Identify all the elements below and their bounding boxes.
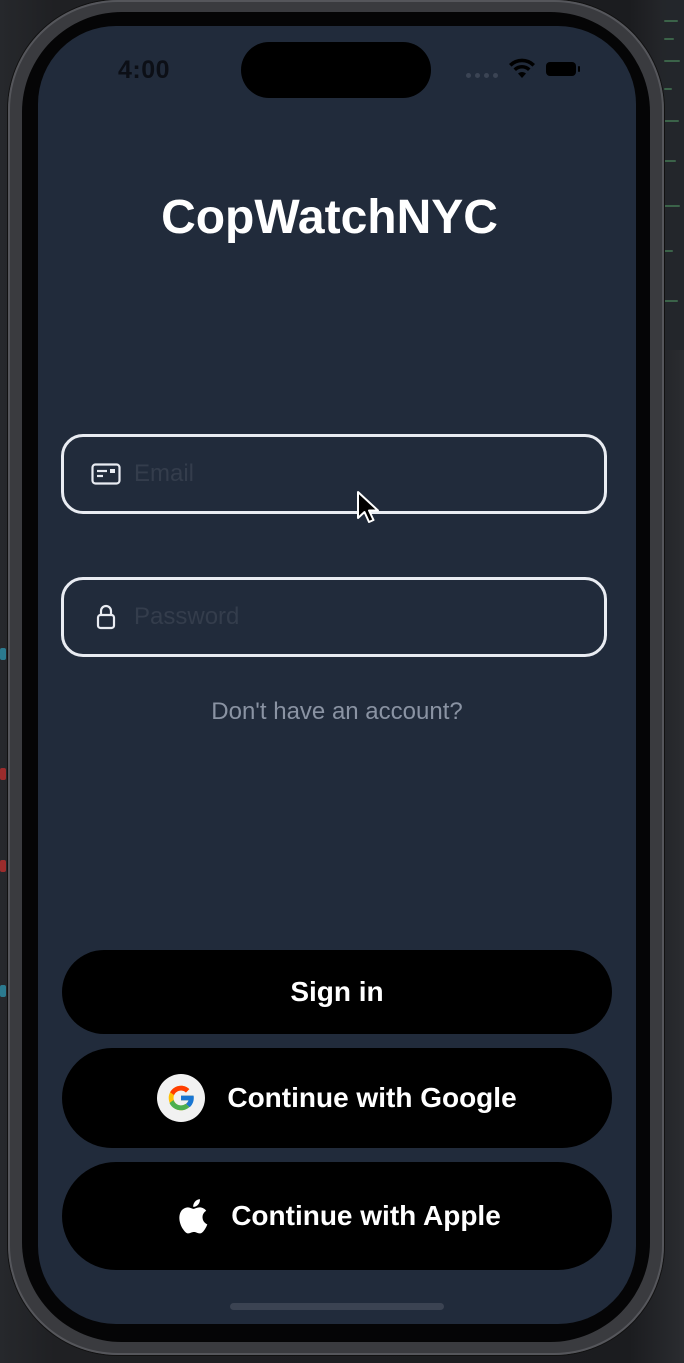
editor-gutter-mark <box>0 985 6 997</box>
signup-link[interactable]: Don't have an account? <box>38 698 636 726</box>
lock-icon <box>90 604 122 630</box>
google-logo-icon <box>157 1074 206 1122</box>
email-field[interactable] <box>61 434 607 514</box>
dynamic-island <box>241 42 431 98</box>
apple-logo-icon <box>173 1196 209 1236</box>
app-title: CopWatchNYC <box>161 191 498 244</box>
phone-screen: 4:00 CopWatchNYC Don't have an <box>38 26 636 1324</box>
mouse-cursor-icon <box>357 491 379 523</box>
google-sign-in-button[interactable]: Continue with Google <box>62 1048 612 1148</box>
editor-gutter-mark <box>0 648 6 660</box>
sign-in-label: Sign in <box>290 976 384 1007</box>
password-input[interactable] <box>132 602 556 632</box>
password-field[interactable] <box>61 577 607 657</box>
apple-sign-in-button[interactable]: Continue with Apple <box>62 1162 612 1270</box>
apple-sign-in-label: Continue with Apple <box>231 1200 501 1231</box>
editor-gutter-mark <box>0 768 6 780</box>
id-card-icon <box>90 463 122 485</box>
home-indicator <box>230 1303 444 1310</box>
battery-icon <box>546 62 580 76</box>
email-input[interactable] <box>132 459 556 489</box>
google-sign-in-label: Continue with Google <box>227 1082 517 1113</box>
cellular-signal-icon <box>466 73 498 78</box>
status-time: 4:00 <box>118 56 171 84</box>
wifi-icon <box>509 58 535 78</box>
editor-gutter-mark <box>0 860 6 872</box>
sign-in-button[interactable]: Sign in <box>62 950 612 1034</box>
